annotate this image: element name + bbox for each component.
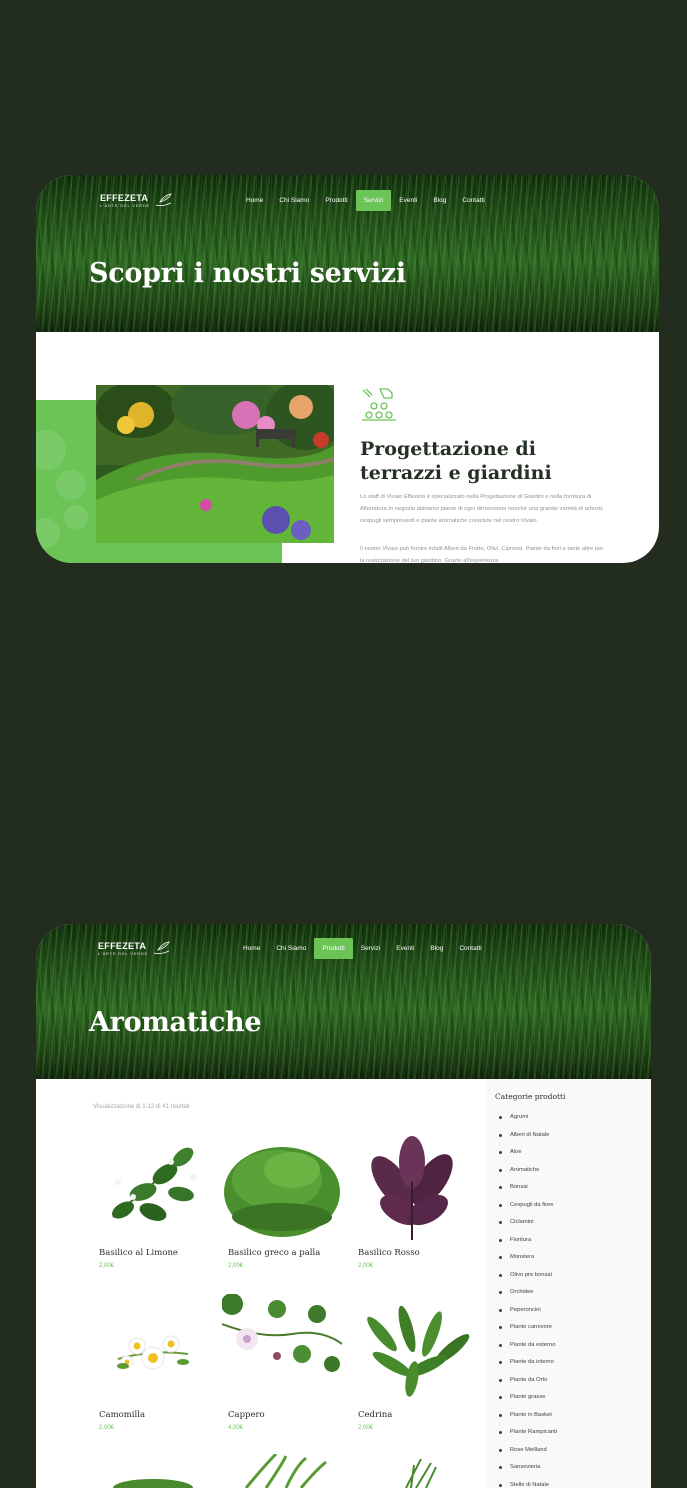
result-count: Visualizzazione di 1-12 di 41 risultati [93,1104,190,1110]
feature-paragraph-2: Il nostro Vivaio può fornire infatti Alb… [360,546,604,563]
category-item[interactable]: Cespugli da fiore [499,1200,557,1218]
category-item[interactable]: Bonsai [499,1182,557,1200]
logo-name: EFFEZETA [100,192,149,203]
leaf-hand-icon [153,941,170,955]
nav-blog[interactable]: Blog [422,938,451,959]
product-card[interactable]: Cedrina 2,00€ [352,1294,472,1431]
product-name[interactable]: Cappero [228,1410,265,1420]
nav-home[interactable]: Home [235,938,268,959]
product-card[interactable]: Basilico Rosso 2,00€ [352,1132,472,1269]
category-item[interactable]: Piante da interno [499,1357,557,1375]
chamomile-icon [93,1294,213,1404]
category-item[interactable]: Piante da esterno [499,1340,557,1358]
hero-banner: EFFEZETA L'ARTE DEL VERDE Home Chi Siamo… [36,924,651,1079]
product-price: 2,00€ [99,1425,115,1431]
product-name[interactable]: Basilico Rosso [358,1248,420,1258]
product-price: 2,00€ [99,1263,115,1269]
nav-home[interactable]: Home [238,190,271,211]
nav-blog[interactable]: Blog [425,190,454,211]
product-card[interactable]: Basilico greco a palla 2,00€ [222,1132,342,1269]
product-name[interactable]: Basilico al Limone [99,1248,178,1258]
product-image-partial [244,1454,327,1488]
site-logo[interactable]: EFFEZETA L'ARTE DEL VERDE [100,192,174,208]
category-item[interactable]: Piante carnivore [499,1322,557,1340]
product-card[interactable]: Camomilla 2,00€ [93,1294,213,1431]
nav-chi-siamo[interactable]: Chi Siamo [271,190,317,211]
product-name[interactable]: Cedrina [358,1410,392,1420]
product-price: 2,00€ [228,1263,244,1269]
red-basil-icon [352,1132,472,1242]
category-item[interactable]: Piante in Basket [499,1410,557,1428]
gardening-plan-icon [362,388,396,421]
category-item[interactable]: Piante Rampicanti [499,1427,557,1445]
sidebar-title: Categorie prodotti [495,1092,566,1101]
feature-paragraph-1: Lo staff di Vivaio Effezeta è specializz… [360,494,604,524]
category-item[interactable]: Rose Meilland [499,1445,557,1463]
logo-tagline: L'ARTE DEL VERDE [100,202,151,208]
page-title: Aromatiche [89,1007,262,1038]
main-nav: Home Chi Siamo Prodotti Servizi Eventi B… [238,190,493,211]
logo-name: EFFEZETA [98,940,147,951]
logo-tagline: L'ARTE DEL VERDE [98,950,149,956]
hero-banner: EFFEZETA L'ARTE DEL VERDE Home Chi Siamo… [36,175,659,332]
product-card[interactable]: Basilico al Limone 2,00€ [93,1132,213,1269]
basil-lemon-plant-icon [93,1132,213,1242]
product-price: 2,00€ [358,1425,374,1431]
nav-prodotti[interactable]: Prodotti [317,190,355,211]
products-page-card: EFFEZETA L'ARTE DEL VERDE Home Chi Siamo… [36,924,651,1488]
product-price: 2,00€ [358,1263,374,1269]
feature-title: Progettazione di terrazzi e giardini [360,438,552,484]
product-image-partial [405,1459,437,1488]
category-item[interactable]: Fioritura [499,1235,557,1253]
lemon-verbena-icon [352,1294,472,1404]
product-price: 4,00€ [228,1425,244,1431]
category-item[interactable]: Aloe [499,1147,557,1165]
caper-plant-icon [221,1293,343,1404]
nav-contatti[interactable]: Contatti [451,938,489,959]
nav-prodotti[interactable]: Prodotti [314,938,353,959]
category-item[interactable]: Alberi di Natale [499,1130,557,1148]
nav-servizi[interactable]: Servizi [353,938,389,959]
category-item[interactable]: Orchidee [499,1287,557,1305]
services-page-card: EFFEZETA L'ARTE DEL VERDE Home Chi Siamo… [36,175,659,563]
product-image-partial [113,1479,193,1488]
category-list: Agrumi Alberi di Natale Aloe Aromatiche … [499,1112,557,1488]
main-nav: Home Chi Siamo Prodotti Servizi Eventi B… [235,938,490,959]
product-card[interactable]: Cappero 4,00€ [221,1293,343,1431]
site-logo[interactable]: EFFEZETA L'ARTE DEL VERDE [98,940,172,956]
nav-contatti[interactable]: Contatti [454,190,492,211]
nav-chi-siamo[interactable]: Chi Siamo [268,938,314,959]
category-item[interactable]: Agrumi [499,1112,557,1130]
category-item[interactable]: Sansevieria [499,1462,557,1480]
nav-eventi[interactable]: Eventi [388,938,422,959]
nav-servizi[interactable]: Servizi [355,190,392,211]
category-item[interactable]: Aromatiche [499,1165,557,1183]
category-item[interactable]: Monstera [499,1252,557,1270]
category-item[interactable]: Piante da Orto [499,1375,557,1393]
garden-image [96,385,334,543]
page-title: Scopri i nostri servizi [89,258,406,289]
product-name[interactable]: Basilico greco a palla [228,1248,320,1258]
category-item[interactable]: Ciclamini [499,1217,557,1235]
category-item[interactable]: Olivo pre bonsai [499,1270,557,1288]
leaf-hand-icon [155,193,172,207]
category-sidebar: Categorie prodotti Agrumi Alberi di Nata… [486,1079,651,1488]
basil-bush-icon [222,1132,342,1242]
nav-eventi[interactable]: Eventi [391,190,425,211]
category-item[interactable]: Peperoncini [499,1305,557,1323]
category-item[interactable]: Piante grasse [499,1392,557,1410]
product-name[interactable]: Camomilla [99,1410,145,1420]
category-item[interactable]: Stelle di Natale [499,1480,557,1488]
